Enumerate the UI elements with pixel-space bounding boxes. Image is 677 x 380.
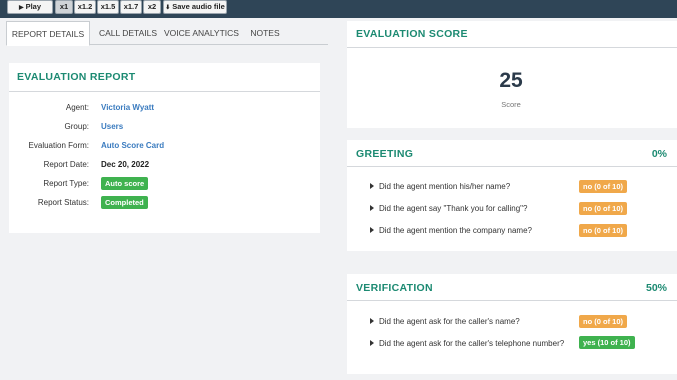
answer-badge: no (0 of 10) bbox=[579, 315, 628, 328]
status-label: Report Status: bbox=[37, 198, 89, 207]
evaluation-report-title: EVALUATION REPORT bbox=[17, 71, 136, 83]
expand-arrow-icon bbox=[370, 205, 374, 211]
score-value: 25 bbox=[499, 69, 523, 92]
divider bbox=[347, 166, 677, 167]
type-label: Report Type: bbox=[43, 179, 89, 188]
verification-section: VERIFICATION 50% Did the agent ask for t… bbox=[347, 274, 677, 374]
score-caption: Score bbox=[501, 100, 521, 109]
expand-arrow-icon bbox=[370, 340, 374, 346]
verification-question-1[interactable]: Did the agent ask for the caller's name? bbox=[370, 317, 520, 326]
play-button[interactable]: ▶ Play bbox=[7, 0, 53, 14]
answer-badge: no (0 of 10) bbox=[579, 224, 628, 237]
divider bbox=[347, 47, 677, 48]
report-status-badge: Completed bbox=[101, 196, 148, 209]
agent-link[interactable]: Victoria Wyatt bbox=[101, 103, 154, 112]
play-icon: ▶ bbox=[18, 5, 24, 11]
expand-arrow-icon bbox=[370, 227, 374, 233]
greeting-title: GREETING bbox=[356, 148, 414, 160]
greeting-question-1[interactable]: Did the agent mention his/her name? bbox=[370, 182, 510, 191]
report-type-badge: Auto score bbox=[101, 177, 149, 190]
answer-badge: no (0 of 10) bbox=[579, 202, 628, 215]
tab-notes[interactable]: NOTES bbox=[246, 21, 284, 45]
form-label: Evaluation Form: bbox=[28, 141, 89, 150]
speed-x1.7-button[interactable]: x1.7 bbox=[120, 0, 142, 14]
download-icon: ⬇ bbox=[165, 5, 171, 11]
agent-label: Agent: bbox=[65, 103, 89, 112]
evaluation-score-card: EVALUATION SCORE 25 Score bbox=[347, 21, 677, 128]
report-date-value: Dec 20, 2022 bbox=[101, 160, 150, 169]
divider bbox=[347, 300, 677, 301]
expand-arrow-icon bbox=[370, 183, 374, 189]
greeting-question-3[interactable]: Did the agent mention the company name? bbox=[370, 226, 532, 235]
tab-call-details[interactable]: CALL DETAILS bbox=[94, 21, 162, 45]
report-labels: Agent: Group: Evaluation Form: Report Da… bbox=[9, 103, 89, 223]
evaluation-report-card: EVALUATION REPORT Agent: Group: Evaluati… bbox=[9, 63, 320, 233]
evaluation-score-title: EVALUATION SCORE bbox=[356, 28, 468, 40]
greeting-percent: 0% bbox=[651, 148, 667, 160]
save-audio-button[interactable]: ⬇ Save audio file bbox=[163, 0, 227, 14]
group-label: Group: bbox=[64, 122, 89, 131]
date-label: Report Date: bbox=[43, 160, 89, 169]
tab-report-details[interactable]: REPORT DETAILS bbox=[6, 21, 90, 46]
verification-percent: 50% bbox=[645, 282, 667, 294]
speed-x1.2-button[interactable]: x1.2 bbox=[74, 0, 96, 14]
answer-badge: yes (10 of 10) bbox=[579, 336, 635, 349]
verification-title: VERIFICATION bbox=[356, 282, 433, 294]
group-link[interactable]: Users bbox=[101, 122, 123, 131]
divider bbox=[9, 91, 320, 92]
greeting-section: GREETING 0% Did the agent mention his/he… bbox=[347, 140, 677, 251]
evaluation-form-link[interactable]: Auto Score Card bbox=[101, 141, 164, 150]
report-tabs: REPORT DETAILS CALL DETAILS VOICE ANALYT… bbox=[6, 21, 328, 46]
audio-player-bar: ▶ Play x1 x1.2 x1.5 x1.7 x2 ⬇ Save audio f… bbox=[0, 0, 677, 18]
expand-arrow-icon bbox=[370, 318, 374, 324]
speed-x2-button[interactable]: x2 bbox=[143, 0, 161, 14]
tab-voice-analytics[interactable]: VOICE ANALYTICS bbox=[164, 21, 239, 45]
answer-badge: no (0 of 10) bbox=[579, 180, 628, 193]
greeting-question-2[interactable]: Did the agent say "Thank you for calling… bbox=[370, 204, 527, 213]
speed-x1.5-button[interactable]: x1.5 bbox=[97, 0, 119, 14]
verification-question-2[interactable]: Did the agent ask for the caller's telep… bbox=[370, 339, 564, 348]
speed-x1-button[interactable]: x1 bbox=[55, 0, 73, 14]
